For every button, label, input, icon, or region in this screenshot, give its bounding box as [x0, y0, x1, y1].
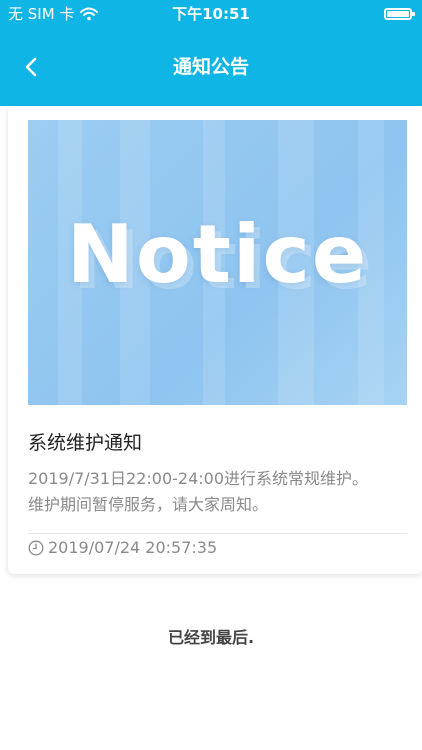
navigation-bar: 通知公告 [0, 44, 422, 90]
status-bar: 无 SIM 卡 下午10:51 [0, 0, 422, 28]
back-chevron-icon [24, 57, 38, 77]
divider [28, 533, 407, 534]
app-header: 无 SIM 卡 下午10:51 通知公告 [0, 0, 422, 106]
clock-icon [28, 540, 44, 556]
page-title: 通知公告 [172, 56, 249, 78]
notice-timestamp: 2019/07/24 20:57:35 [48, 538, 218, 557]
timestamp-row: 2019/07/24 20:57:35 [28, 538, 217, 557]
back-button[interactable] [14, 50, 48, 84]
battery-icon [384, 8, 415, 20]
notice-body: 2019/7/31日22:00-24:00进行系统常规维护。维护期间暂停服务，请… [28, 469, 369, 514]
battery-level [387, 11, 409, 17]
notice-card[interactable]: Notice 系统维护通知 2019/7/31日22:00-24:00进行系统常… [8, 106, 422, 574]
banner-text: Notice [66, 208, 369, 301]
status-time: 下午10:51 [172, 5, 250, 23]
notice-banner-image: Notice [28, 120, 407, 405]
end-of-list-text: 已经到最后. [167, 628, 255, 647]
notice-title: 系统维护通知 [28, 432, 143, 454]
